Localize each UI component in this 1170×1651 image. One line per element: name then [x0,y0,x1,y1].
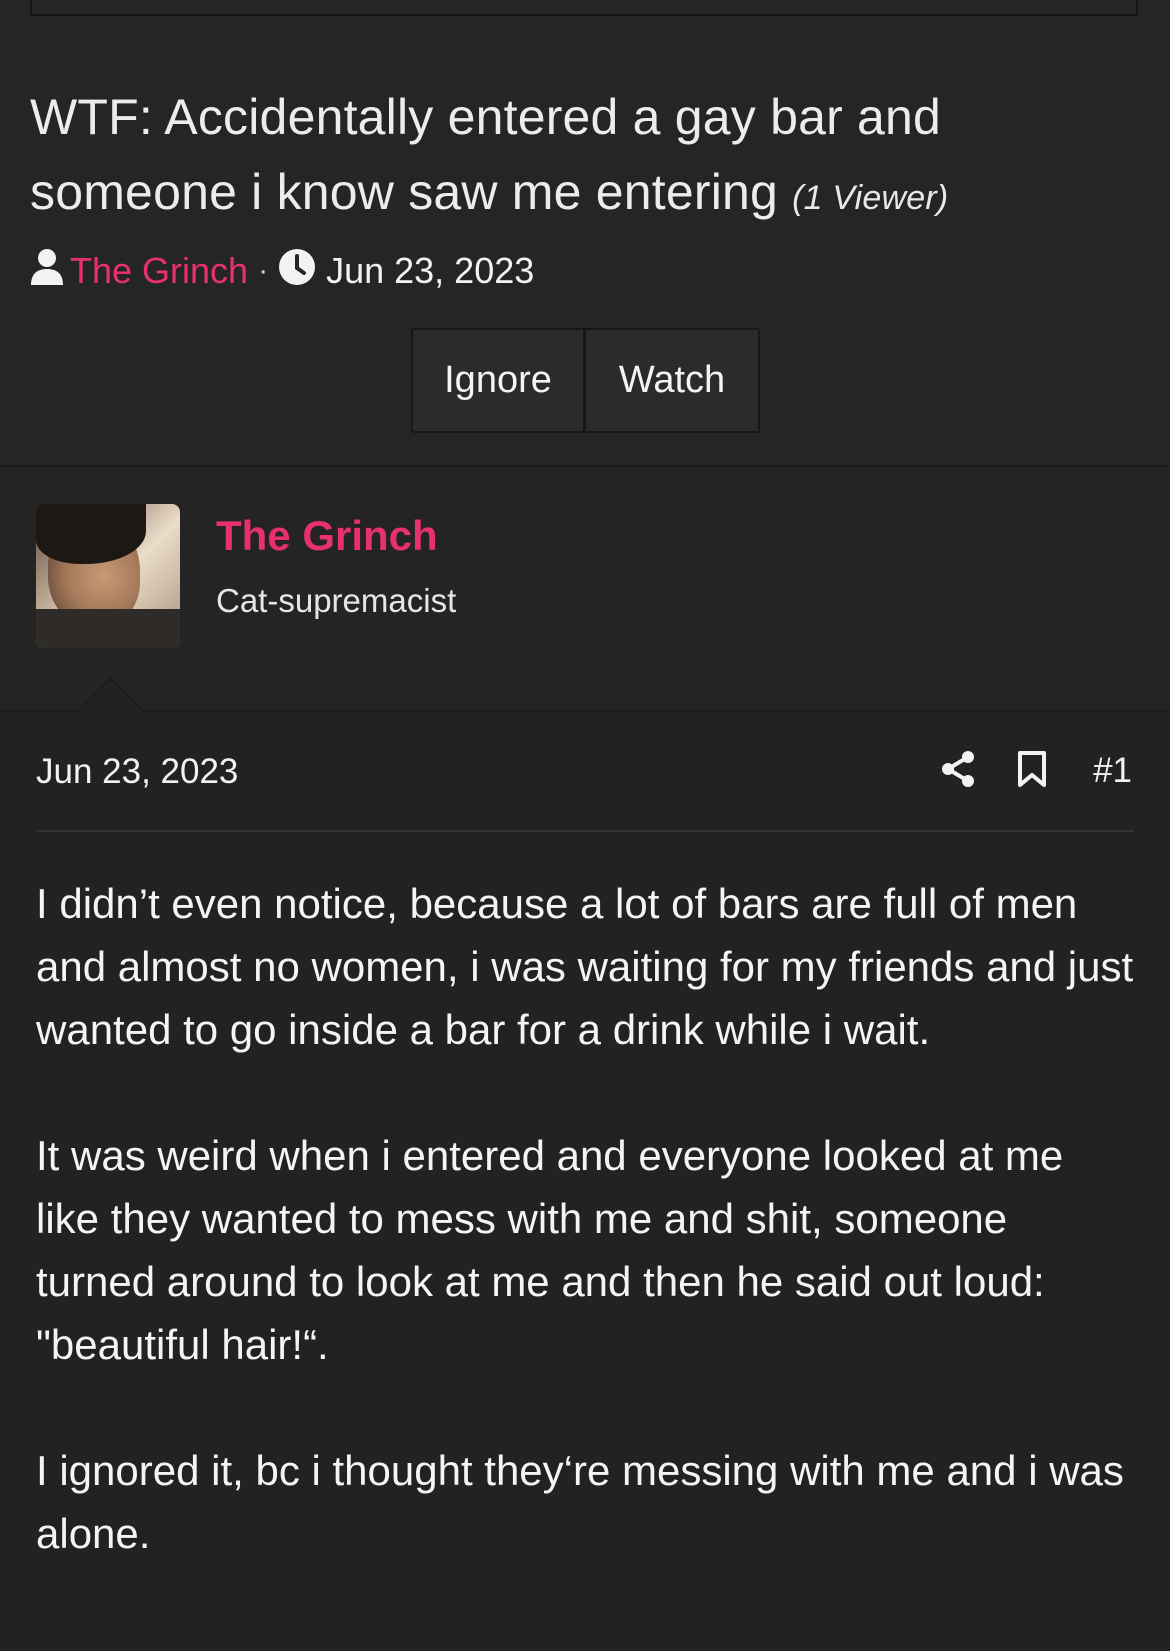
bookmark-icon[interactable] [1017,750,1047,793]
share-icon[interactable] [941,750,975,793]
thread-date[interactable]: Jun 23, 2023 [326,250,534,292]
user-icon [30,248,64,295]
post-number-link[interactable]: #1 [1093,751,1132,791]
watch-button[interactable]: Watch [585,328,760,433]
poster-user-title: Cat-supremacist [216,582,457,619]
ignore-button[interactable]: Ignore [411,328,585,433]
thread-header: WTF: Accidentally entered a gay bar and … [0,0,1170,465]
post-header-separator [36,830,1134,832]
post-paragraph: I didn’t even notice, because a lot of b… [36,880,1134,1053]
clock-icon [278,248,316,295]
thread-author-link[interactable]: The Grinch [70,250,248,292]
avatar[interactable] [36,504,180,648]
top-nav-box [30,0,1138,16]
avatar-body [36,609,180,648]
thread-title: WTF: Accidentally entered a gay bar and … [30,80,1120,236]
post-paragraph: It was weird when i entered and everyone… [36,1132,1064,1368]
poster-arrow-inner [78,680,142,712]
poster-username[interactable]: The Grinch [216,512,438,560]
viewer-count[interactable]: (1 Viewer) [792,179,948,217]
thread-action-buttons: Ignore Watch [411,328,760,435]
post-paragraph: I ignored it, bc i thought they‘re messi… [36,1447,1124,1557]
post-actions: #1 [941,746,1132,796]
post: Jun 23, 2023 #1 I didn’t even notice, be… [0,712,1170,1651]
post-body: I didn’t even notice, because a lot of b… [36,872,1136,1628]
meta-separator: · [258,254,269,287]
post-date[interactable]: Jun 23, 2023 [36,752,238,792]
poster-info: The Grinch Cat-supremacist [0,467,1170,710]
thread-meta: The Grinch · Jun 23, 2023 [30,246,534,296]
